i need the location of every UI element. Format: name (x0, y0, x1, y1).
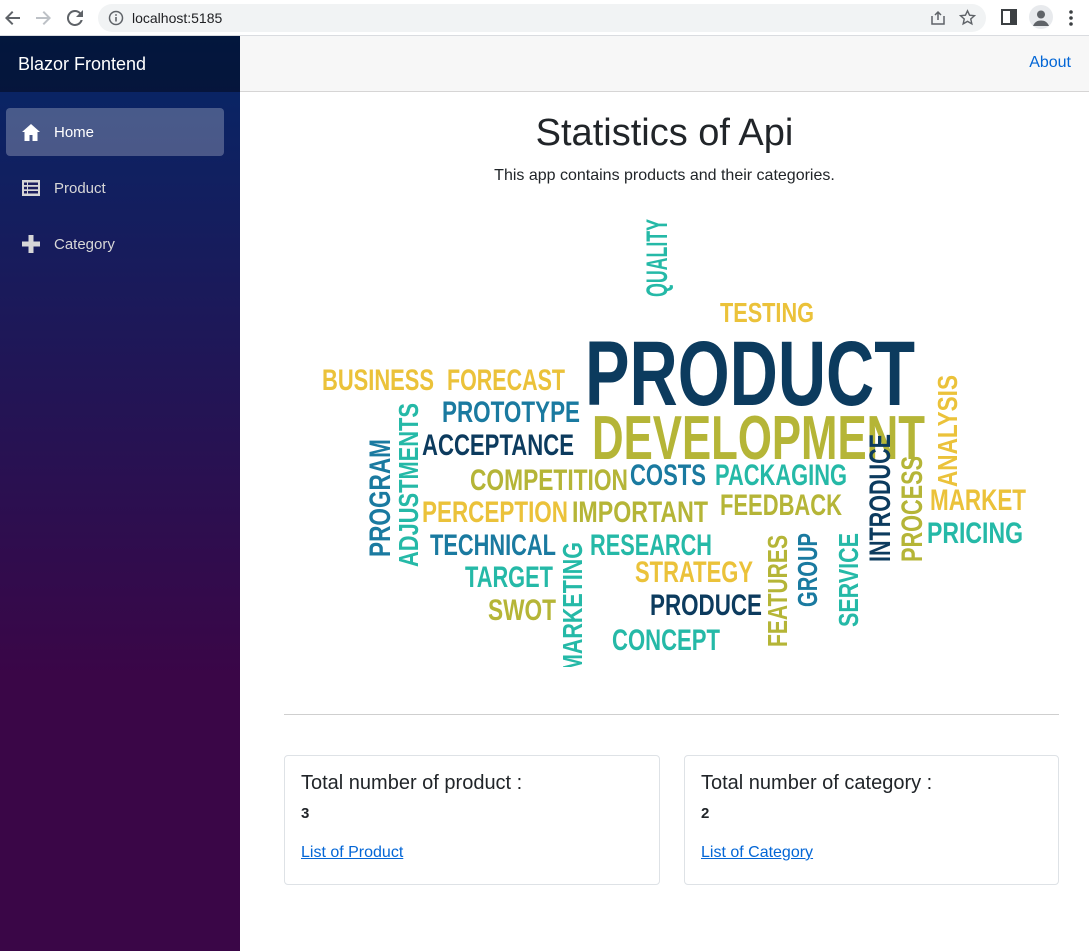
address-bar[interactable]: localhost:5185 (98, 4, 986, 32)
word-group: GROUP (792, 533, 823, 607)
word-strategy: STRATEGY (635, 556, 753, 589)
word-perception: PERCEPTION (422, 496, 568, 529)
word-quality: QUALITY (641, 219, 674, 297)
list-of-product-link[interactable]: List of Product (301, 844, 403, 861)
word-features: FEATURES (762, 535, 793, 647)
word-program: PROGRAM (364, 439, 397, 557)
word-process: PROCESS (896, 456, 929, 562)
main-content: Statistics of Api This app contains prod… (240, 92, 1089, 951)
sidebar-item-label: Category (54, 235, 115, 253)
section-divider (284, 714, 1059, 715)
word-adjustments: ADJUSTMENTS (393, 403, 424, 567)
word-feedback: FEEDBACK (720, 489, 842, 522)
sidebar-item-label: Product (54, 179, 106, 197)
page-subtitle: This app contains products and their cat… (494, 167, 835, 184)
word-packaging: PACKAGING (715, 459, 847, 492)
word-prototype: PROTOTYPE (442, 396, 580, 429)
about-link[interactable]: About (1029, 54, 1071, 72)
home-icon (22, 123, 40, 141)
word-business: BUSINESS (322, 364, 434, 397)
word-concept: CONCEPT (612, 624, 720, 657)
card-title: Total number of product : (301, 772, 523, 794)
brand-bar: Blazor Frontend (0, 36, 240, 92)
word-cloud-image: QUALITY TESTING PRODUCT BUSINESS FORECAS… (322, 219, 1026, 667)
sidebar-item-label: Home (54, 123, 95, 141)
sidebar-item-category[interactable]: Category (6, 220, 224, 268)
word-competition: COMPETITION (470, 464, 628, 497)
word-pricing: PRICING (927, 517, 1023, 550)
profile-avatar-icon[interactable] (1029, 5, 1053, 29)
word-technical: TECHNICAL (430, 529, 556, 562)
list-icon (22, 179, 40, 197)
word-costs: COSTS (630, 459, 706, 492)
info-icon[interactable] (108, 10, 124, 26)
top-row: About (240, 36, 1089, 92)
browser-menu-icon[interactable] (1066, 8, 1076, 28)
category-count-card: Total number of category : 2 List of Cat… (684, 755, 1059, 885)
back-icon[interactable] (1, 6, 25, 30)
word-acceptance: ACCEPTANCE (422, 429, 574, 462)
browser-toolbar: localhost:5185 (0, 0, 1089, 36)
forward-icon[interactable] (31, 6, 55, 30)
sidebar: Blazor Frontend Home Product Category (0, 36, 240, 951)
word-forecast: FORECAST (447, 364, 565, 397)
reload-icon[interactable] (63, 6, 87, 30)
share-icon[interactable] (930, 10, 946, 26)
word-marketing: MARKETING (557, 542, 588, 667)
page-title: Statistics of Api (535, 112, 794, 154)
side-panel-icon[interactable] (1000, 8, 1018, 26)
sidebar-item-home[interactable]: Home (6, 108, 224, 156)
sidebar-item-product[interactable]: Product (6, 164, 224, 212)
word-important: IMPORTANT (572, 496, 708, 529)
word-market: MARKET (930, 484, 1026, 517)
word-swot: SWOT (488, 594, 556, 627)
product-count-card: Total number of product : 3 List of Prod… (284, 755, 660, 885)
word-produce: PRODUCE (650, 589, 762, 622)
product-count: 3 (301, 805, 310, 822)
word-target: TARGET (465, 561, 553, 594)
plus-icon (22, 235, 40, 253)
word-analysis: ANALYSIS (932, 375, 963, 487)
brand-title[interactable]: Blazor Frontend (18, 54, 146, 75)
word-service: SERVICE (833, 533, 864, 627)
category-count: 2 (701, 805, 710, 822)
card-title: Total number of category : (701, 772, 933, 794)
list-of-category-link[interactable]: List of Category (701, 844, 813, 861)
word-introduce: INTRODUCE (864, 434, 897, 562)
sidebar-nav: Home Product Category (0, 92, 240, 268)
bookmark-star-icon[interactable] (959, 9, 976, 26)
url-text: localhost:5185 (132, 10, 223, 26)
